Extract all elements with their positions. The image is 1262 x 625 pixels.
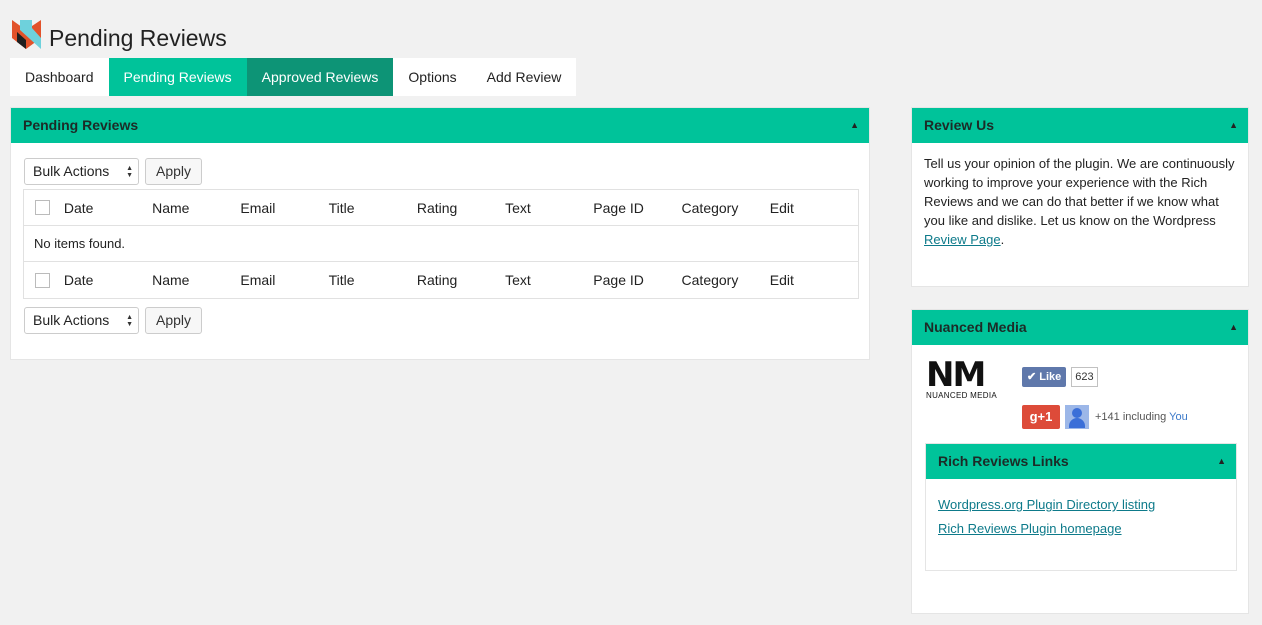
facebook-like-button[interactable]: ✔ Like <box>1022 367 1067 387</box>
column-header-page-id[interactable]: Page ID <box>593 200 681 216</box>
nav-tabs: Dashboard Pending Reviews Approved Revie… <box>10 58 577 96</box>
select-all-checkbox[interactable] <box>35 200 50 215</box>
google-plus-button[interactable]: g+1 <box>1022 405 1060 429</box>
collapse-arrow-icon[interactable]: ▲ <box>1229 310 1238 345</box>
nuanced-media-title: Nuanced Media <box>924 319 1027 335</box>
thumb-icon: ✔ <box>1027 371 1037 383</box>
collapse-arrow-icon[interactable]: ▲ <box>850 108 859 143</box>
nuanced-media-panel: Nuanced Media ▲ NM NUANCED MEDIA ✔ Like … <box>911 309 1249 614</box>
nuanced-media-logo[interactable]: NM NUANCED MEDIA <box>926 355 1001 400</box>
links-panel-header[interactable]: Rich Reviews Links ▲ <box>926 444 1236 479</box>
bulk-actions-top: Bulk Actions ▲ ▼ Apply <box>24 158 203 185</box>
tab-add-review[interactable]: Add Review <box>472 58 577 96</box>
column-footer-page-id[interactable]: Page ID <box>593 272 681 288</box>
collapse-arrow-icon[interactable]: ▲ <box>1217 444 1226 479</box>
column-header-rating[interactable]: Rating <box>417 200 505 216</box>
gplus-count-text: +141 including <box>1095 411 1167 423</box>
reviews-table: Date Name Email Title Rating Text Page I… <box>23 189 859 299</box>
column-header-text[interactable]: Text <box>505 200 593 216</box>
links-panel-body: Wordpress.org Plugin Directory listing R… <box>926 479 1236 555</box>
tab-options[interactable]: Options <box>393 58 471 96</box>
fox-logo-icon <box>12 19 41 49</box>
column-footer-text[interactable]: Text <box>505 272 593 288</box>
plugin-directory-link[interactable]: Wordpress.org Plugin Directory listing <box>938 493 1224 517</box>
review-us-panel: Review Us ▲ Tell us your opinion of the … <box>911 107 1249 287</box>
facebook-like-widget: ✔ Like 623 <box>1022 367 1098 387</box>
review-us-text: Tell us your opinion of the plugin. We a… <box>924 156 1235 228</box>
google-plus-widget: g+1 +141 including You <box>1022 405 1188 429</box>
empty-message: No items found. <box>34 236 126 251</box>
column-footer-name[interactable]: Name <box>152 272 240 288</box>
column-header-date[interactable]: Date <box>64 200 152 216</box>
google-plus-count: +141 including You <box>1095 411 1188 423</box>
apply-button-bottom[interactable]: Apply <box>145 307 203 334</box>
column-footer-rating[interactable]: Rating <box>417 272 505 288</box>
page-title: Pending Reviews <box>49 24 227 51</box>
column-header-email[interactable]: Email <box>240 200 328 216</box>
column-header-category[interactable]: Category <box>682 200 770 216</box>
select-arrows-icon: ▲ ▼ <box>126 165 133 179</box>
apply-button[interactable]: Apply <box>145 158 203 185</box>
column-footer-category[interactable]: Category <box>682 272 770 288</box>
bulk-actions-value-bottom: Bulk Actions <box>33 312 110 328</box>
collapse-arrow-icon[interactable]: ▲ <box>1229 108 1238 143</box>
tab-pending-reviews[interactable]: Pending Reviews <box>108 58 247 96</box>
pending-reviews-panel: Pending Reviews ▲ Bulk Actions ▲ ▼ Apply … <box>10 107 870 360</box>
page-header: Pending Reviews <box>10 15 227 53</box>
review-us-body: Tell us your opinion of the plugin. We a… <box>912 143 1248 260</box>
facebook-like-count: 623 <box>1071 367 1098 387</box>
column-header-name[interactable]: Name <box>152 200 240 216</box>
panel-title: Pending Reviews <box>23 117 139 133</box>
column-footer-email[interactable]: Email <box>240 272 328 288</box>
gplus-you[interactable]: You <box>1169 411 1188 423</box>
select-all-checkbox-bottom[interactable] <box>35 272 50 288</box>
bulk-actions-bottom: Bulk Actions ▲ ▼ Apply <box>24 307 203 334</box>
review-us-text-end: . <box>1000 232 1005 247</box>
nm-logo-letters: NM <box>926 355 986 395</box>
review-us-title: Review Us <box>924 117 995 133</box>
review-page-link[interactable]: Review Page <box>924 232 1001 247</box>
table-header-row: Date Name Email Title Rating Text Page I… <box>24 190 858 226</box>
select-arrows-icon: ▲ ▼ <box>126 314 133 328</box>
fb-like-label: Like <box>1039 371 1062 383</box>
bulk-actions-select-bottom[interactable]: Bulk Actions ▲ ▼ <box>24 307 139 334</box>
bulk-actions-select[interactable]: Bulk Actions ▲ ▼ <box>24 158 139 185</box>
panel-header[interactable]: Pending Reviews ▲ <box>11 108 869 143</box>
column-footer-edit[interactable]: Edit <box>770 272 858 288</box>
column-footer-title[interactable]: Title <box>329 272 417 288</box>
table-footer-row: Date Name Email Title Rating Text Page I… <box>24 262 858 298</box>
nm-logo-caption: NUANCED MEDIA <box>926 391 998 400</box>
table-row-empty: No items found. <box>24 226 858 262</box>
avatar <box>1065 405 1089 429</box>
nuanced-media-header[interactable]: Nuanced Media ▲ <box>912 310 1248 345</box>
tab-dashboard[interactable]: Dashboard <box>10 58 109 96</box>
tab-approved-reviews[interactable]: Approved Reviews <box>246 58 394 96</box>
links-panel-title: Rich Reviews Links <box>938 453 1069 469</box>
rich-reviews-links-panel: Rich Reviews Links ▲ Wordpress.org Plugi… <box>925 443 1237 571</box>
column-footer-date[interactable]: Date <box>64 272 152 288</box>
bulk-actions-value: Bulk Actions <box>33 163 110 179</box>
column-header-edit[interactable]: Edit <box>770 200 858 216</box>
review-us-header[interactable]: Review Us ▲ <box>912 108 1248 143</box>
plugin-homepage-link[interactable]: Rich Reviews Plugin homepage <box>938 517 1224 541</box>
column-header-title[interactable]: Title <box>329 200 417 216</box>
